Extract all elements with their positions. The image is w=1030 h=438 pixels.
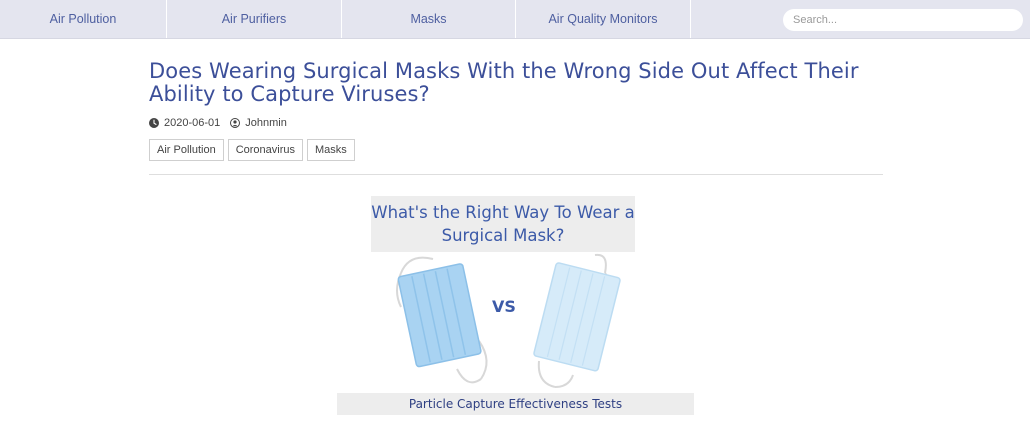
- tag-coronavirus[interactable]: Coronavirus: [227, 139, 304, 161]
- page-title: Does Wearing Surgical Masks With the Wro…: [149, 59, 859, 106]
- nav-item-air-purifiers[interactable]: Air Purifiers: [167, 0, 342, 38]
- article: Does Wearing Surgical Masks With the Wro…: [149, 60, 883, 183]
- search-input[interactable]: [783, 9, 1023, 31]
- vs-label: VS: [492, 297, 516, 316]
- figure-heading-line1: What's the Right Way To Wear a: [371, 203, 635, 222]
- user-icon: [230, 118, 241, 128]
- article-figure: What's the Right Way To Wear a Surgical …: [337, 193, 694, 417]
- figure-heading: What's the Right Way To Wear a Surgical …: [371, 196, 635, 252]
- figure-heading-line2: Surgical Mask?: [441, 226, 565, 245]
- mask-left-image: [396, 256, 488, 384]
- tag-air-pollution[interactable]: Air Pollution: [149, 139, 224, 161]
- post-date: 2020-06-01: [164, 117, 221, 129]
- meta-date: 2020-06-01: [149, 117, 220, 129]
- article-meta: 2020-06-01 Johnmin: [149, 117, 883, 129]
- meta-author: Johnmin: [230, 117, 287, 129]
- nav-item-air-pollution[interactable]: Air Pollution: [0, 0, 167, 38]
- clock-icon: [149, 118, 159, 128]
- nav-item-masks[interactable]: Masks: [342, 0, 516, 38]
- top-navbar: Air Pollution Air Purifiers Masks Air Qu…: [0, 0, 1030, 39]
- mask-right-image: [533, 253, 621, 388]
- search-box: [783, 9, 1023, 31]
- nav-item-air-quality-monitors[interactable]: Air Quality Monitors: [516, 0, 691, 38]
- tag-list: Air Pollution Coronavirus Masks: [149, 139, 883, 161]
- figure-caption: Particle Capture Effectiveness Tests: [337, 393, 694, 415]
- divider: [149, 174, 883, 175]
- tag-masks[interactable]: Masks: [307, 139, 355, 161]
- post-author[interactable]: Johnmin: [245, 117, 287, 129]
